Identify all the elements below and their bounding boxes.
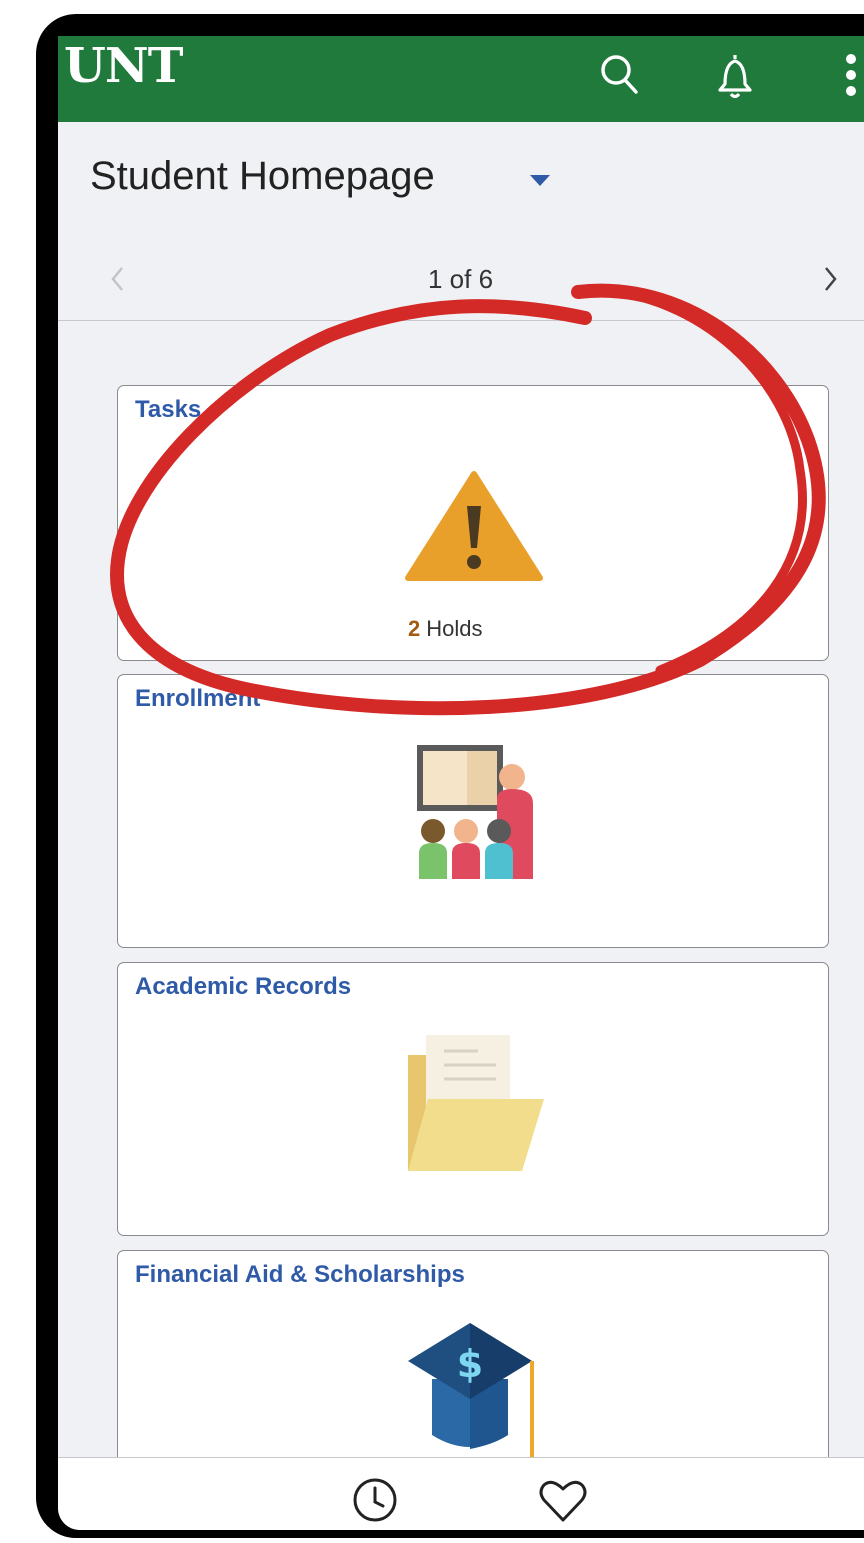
top-bar: UNT [58,36,864,122]
more-vertical-icon[interactable] [838,50,864,109]
svg-text:$: $ [457,1342,483,1386]
holds-count[interactable]: 2 Holds [408,616,483,642]
app-screen: UNT Student Homepage 1 of 6 Tasks 2 Hold… [58,36,864,1530]
tile-title: Tasks [135,396,202,423]
heart-icon[interactable] [538,1478,588,1529]
folder-icon [404,1031,546,1178]
unt-logo[interactable]: UNT [64,38,183,94]
tile-tasks[interactable]: Tasks 2 Holds [117,385,829,661]
warning-icon [404,470,544,587]
tile-title: Financial Aid & Scholarships [135,1261,465,1288]
clock-icon[interactable] [350,1475,400,1530]
chevron-left-icon[interactable] [108,264,128,299]
search-icon[interactable] [596,50,646,105]
tile-enrollment[interactable]: Enrollment [117,674,829,948]
tile-academic-records[interactable]: Academic Records [117,962,829,1236]
bottom-nav [58,1457,864,1530]
caret-down-icon[interactable] [529,173,551,192]
tile-title: Enrollment [135,685,261,712]
graduation-cap-dollar-icon: $ [408,1319,548,1474]
classroom-icon [415,743,545,890]
page-indicator: 1 of 6 [428,264,494,294]
tile-title: Academic Records [135,973,352,1000]
chevron-right-icon[interactable] [820,264,840,299]
page-title[interactable]: Student Homepage [90,154,435,199]
bell-icon[interactable] [713,50,757,107]
